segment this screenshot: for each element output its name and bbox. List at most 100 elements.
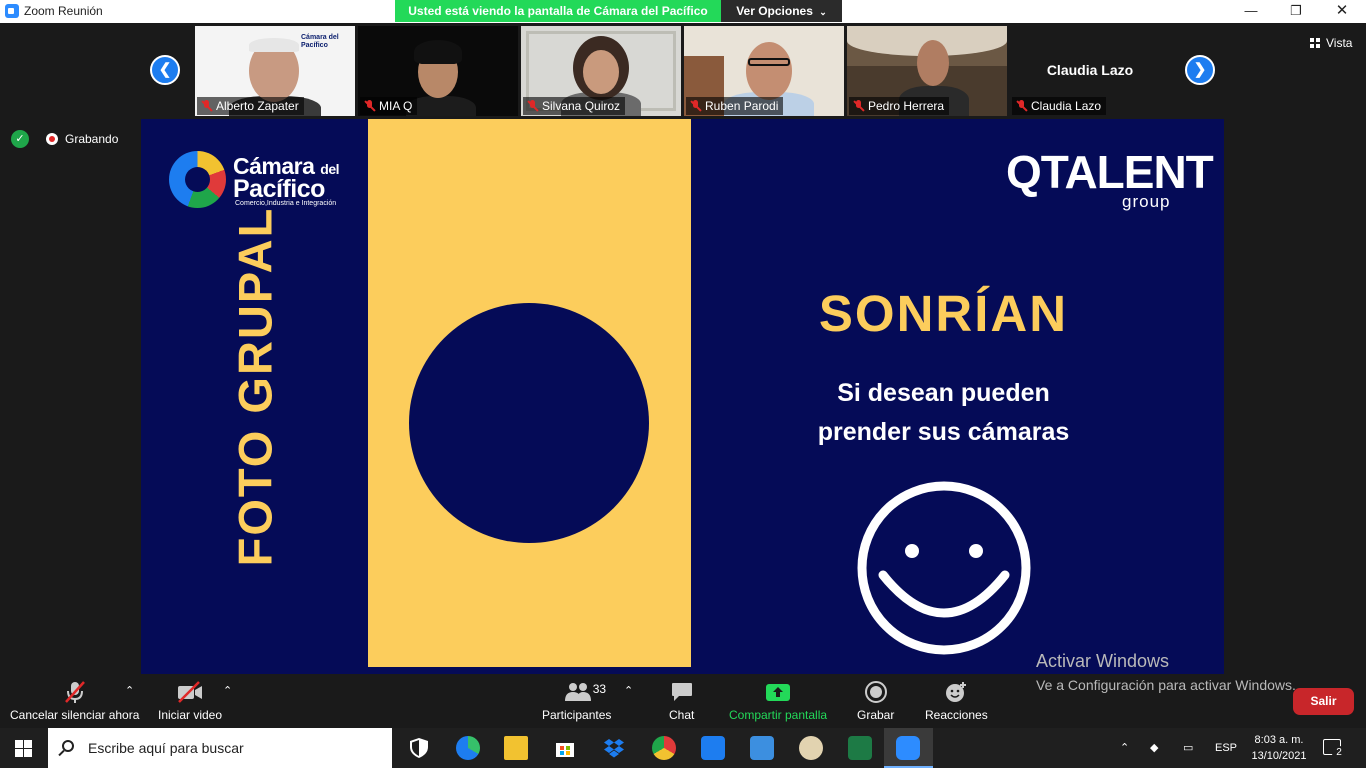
next-page-button[interactable]: ❯ bbox=[1185, 55, 1215, 85]
slide-headline: SONRÍAN bbox=[818, 285, 1069, 342]
qtalent-brand-sub: group bbox=[1122, 192, 1171, 211]
participants-count: 33 bbox=[592, 682, 607, 696]
participant-name: Alberto Zapater bbox=[216, 99, 299, 113]
participant-name: Pedro Herrera bbox=[868, 99, 945, 113]
video-options-caret[interactable]: ⌃ bbox=[223, 684, 232, 697]
participant-tile[interactable]: Pedro Herrera bbox=[847, 26, 1007, 116]
view-options-button[interactable]: Ver Opciones ⌄ bbox=[721, 0, 842, 22]
slide-subtext-line2: prender sus cámaras bbox=[817, 418, 1070, 446]
taskbar-search-placeholder: Escribe aquí para buscar bbox=[88, 740, 244, 756]
participant-tile[interactable]: Silvana Quiroz bbox=[521, 26, 681, 116]
mail-icon[interactable] bbox=[750, 736, 774, 760]
mic-muted-icon bbox=[201, 100, 212, 111]
participant-name: Claudia Lazo bbox=[1031, 99, 1102, 113]
participant-tile[interactable]: Claudia Lazo Claudia Lazo bbox=[1010, 26, 1170, 116]
chevron-down-icon: ⌄ bbox=[819, 7, 827, 17]
thumb-logo: Cámara del Pacífico bbox=[301, 34, 339, 49]
globe-logo-icon bbox=[169, 151, 226, 208]
slide-circle bbox=[409, 303, 649, 543]
mic-muted-icon bbox=[853, 100, 864, 111]
record-label: Grabar bbox=[857, 708, 895, 722]
dropbox-tray-icon[interactable]: ◆ bbox=[1150, 728, 1158, 768]
unmute-button[interactable]: Cancelar silenciar ahora bbox=[10, 680, 139, 722]
zoom-taskbar-active[interactable] bbox=[884, 728, 933, 768]
participant-display-name: Claudia Lazo bbox=[1046, 62, 1134, 78]
mic-muted-icon bbox=[690, 100, 701, 111]
language-indicator[interactable]: ESP bbox=[1215, 728, 1237, 768]
participants-options-caret[interactable]: ⌃ bbox=[624, 684, 633, 697]
taskbar-clock[interactable]: 8:03 a. m. 13/10/2021 bbox=[1248, 732, 1310, 764]
minimize-button[interactable]: — bbox=[1228, 0, 1274, 22]
start-video-button[interactable]: Iniciar video bbox=[158, 680, 222, 722]
notifications-icon[interactable]: 2 bbox=[1323, 739, 1346, 760]
smiley-face-icon bbox=[857, 481, 1031, 655]
share-screen-button[interactable]: Compartir pantalla bbox=[729, 680, 827, 722]
chevron-left-icon: ❮ bbox=[158, 61, 172, 78]
participants-icon bbox=[564, 683, 591, 701]
participants-button[interactable]: 33 Participantes bbox=[542, 680, 611, 722]
record-icon bbox=[864, 681, 887, 703]
taskbar-search-box[interactable]: Escribe aquí para buscar bbox=[48, 728, 392, 768]
video-off-icon bbox=[178, 681, 203, 703]
windows-security-icon[interactable] bbox=[407, 736, 431, 760]
participant-name-label: MIA Q bbox=[360, 97, 418, 115]
microsoft-store-icon[interactable] bbox=[553, 736, 577, 760]
gallery-view-icon bbox=[1310, 38, 1320, 48]
excel-icon[interactable] bbox=[848, 736, 872, 760]
audio-options-caret[interactable]: ⌃ bbox=[125, 684, 134, 697]
mic-muted-icon bbox=[1016, 100, 1027, 111]
windows-taskbar: Escribe aquí para buscar ⌃ ◆ ▭ ESP 8:03 … bbox=[0, 728, 1366, 768]
zoom-logo-icon bbox=[5, 4, 19, 18]
chat-label: Chat bbox=[669, 708, 695, 722]
participant-name: Silvana Quiroz bbox=[542, 99, 621, 113]
edge-browser-icon[interactable] bbox=[456, 736, 480, 760]
reactions-icon bbox=[946, 682, 967, 702]
reactions-button[interactable]: Reacciones bbox=[925, 680, 988, 722]
outlook-icon[interactable] bbox=[701, 736, 725, 760]
view-options-label: Ver Opciones bbox=[736, 4, 813, 18]
participant-name: Ruben Parodi bbox=[705, 99, 779, 113]
start-video-label: Iniciar video bbox=[158, 708, 223, 722]
share-banner: Usted está viendo la pantalla de Cámara … bbox=[395, 0, 721, 22]
search-icon bbox=[62, 740, 74, 752]
participant-tile[interactable]: Cámara del Pacífico Alberto Zapater bbox=[195, 26, 355, 116]
mic-muted-icon bbox=[364, 100, 375, 111]
chat-icon bbox=[671, 683, 692, 701]
participant-name-label: Alberto Zapater bbox=[197, 97, 304, 115]
clock-date: 13/10/2021 bbox=[1251, 750, 1307, 762]
chat-button[interactable]: Chat bbox=[669, 680, 694, 722]
participant-name-label: Pedro Herrera bbox=[849, 97, 950, 115]
close-button[interactable]: ✕ bbox=[1319, 0, 1365, 22]
paint-icon[interactable] bbox=[799, 736, 823, 760]
shared-screen: FOTO GRUPAL Cámara del Pacífico Comercio… bbox=[141, 119, 1224, 674]
chrome-browser-icon[interactable] bbox=[652, 736, 676, 760]
recording-label: Grabando bbox=[65, 132, 119, 146]
battery-icon[interactable]: ▭ bbox=[1183, 728, 1193, 768]
record-button[interactable]: Grabar bbox=[857, 680, 894, 722]
maximize-button[interactable]: ❐ bbox=[1273, 0, 1319, 22]
share-screen-label: Compartir pantalla bbox=[729, 708, 828, 722]
participant-tile[interactable]: MIA Q bbox=[358, 26, 518, 116]
notifications-count: 2 bbox=[1332, 746, 1346, 760]
logo-tagline: Comercio,Industria e Integración bbox=[235, 200, 337, 207]
zoom-meeting-window: Zoom Reunión Usted está viendo la pantal… bbox=[0, 0, 1366, 768]
prev-page-button[interactable]: ❮ bbox=[150, 55, 180, 85]
mic-muted-icon bbox=[527, 100, 538, 111]
activate-windows-subtitle: Ve a Configuración para activar Windows. bbox=[1036, 677, 1296, 693]
windows-start-icon[interactable] bbox=[15, 740, 32, 757]
file-explorer-icon[interactable] bbox=[504, 736, 528, 760]
participant-tile[interactable]: Ruben Parodi bbox=[684, 26, 844, 116]
view-button[interactable]: Vista bbox=[1310, 36, 1352, 50]
leave-button[interactable]: Salir bbox=[1293, 688, 1354, 715]
activate-windows-title: Activar Windows bbox=[1036, 651, 1170, 671]
slide-subtext-line1: Si desean pueden bbox=[837, 379, 1050, 407]
qtalent-brand: QTALENT bbox=[1006, 146, 1214, 198]
security-shield-icon[interactable]: ✓ bbox=[11, 130, 29, 148]
chevron-right-icon: ❯ bbox=[1193, 61, 1207, 78]
window-title: Zoom Reunión bbox=[24, 4, 103, 18]
mic-muted-icon bbox=[64, 681, 85, 703]
dropbox-icon[interactable] bbox=[602, 736, 626, 760]
unmute-label: Cancelar silenciar ahora bbox=[10, 708, 140, 722]
clock-time: 8:03 a. m. bbox=[1254, 734, 1304, 746]
show-hidden-icons-button[interactable]: ⌃ bbox=[1120, 728, 1129, 768]
